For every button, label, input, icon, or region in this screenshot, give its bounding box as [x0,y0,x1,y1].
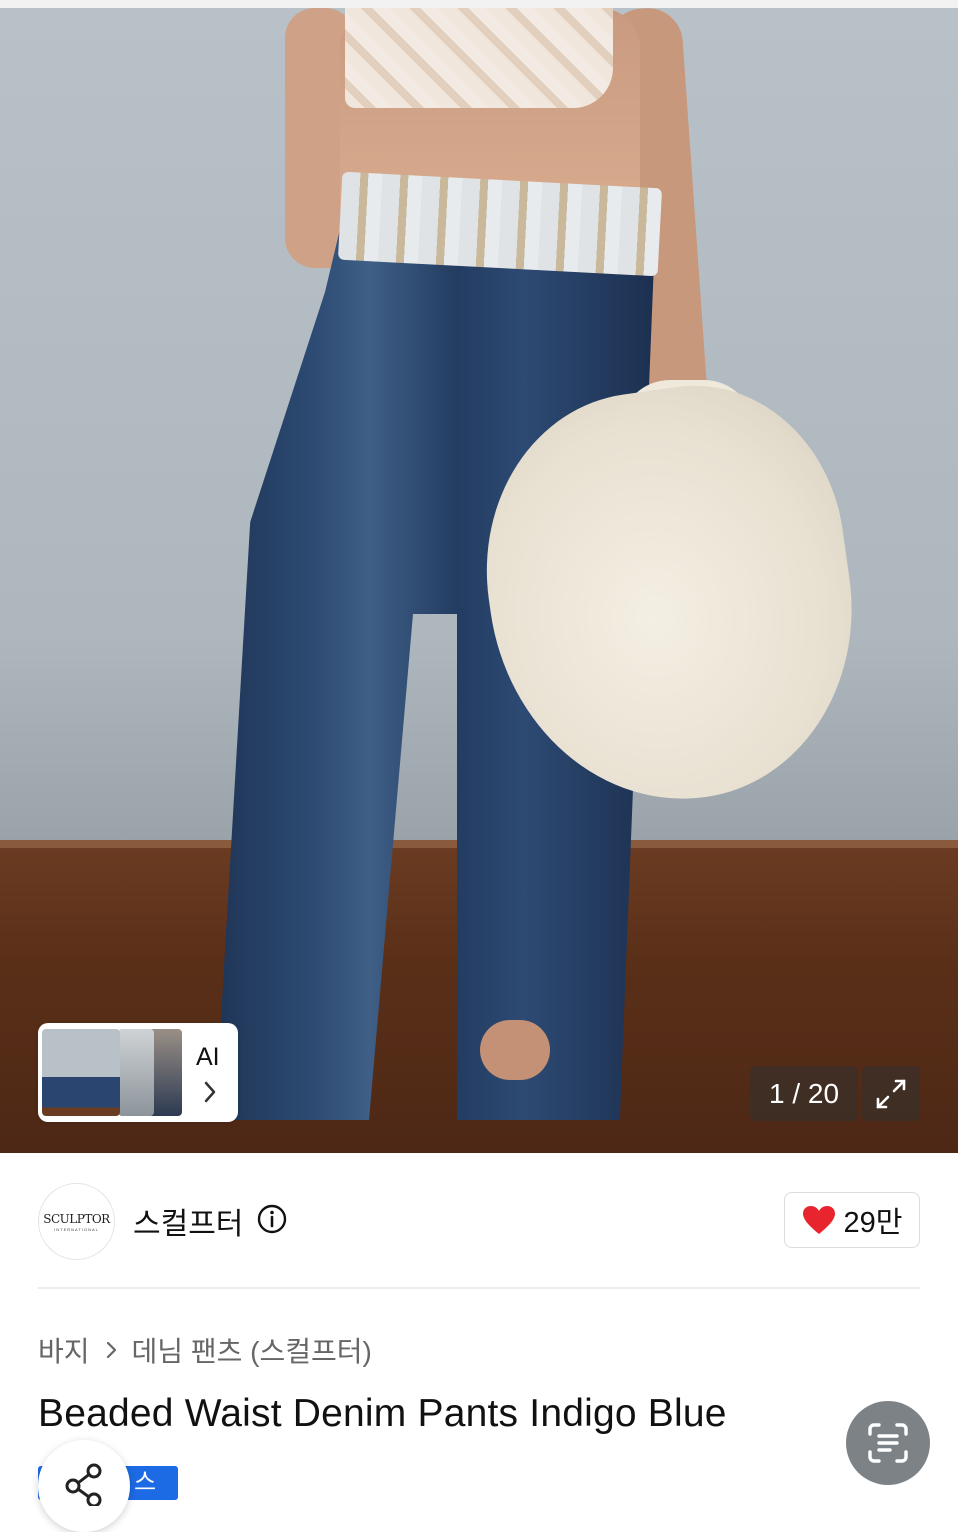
share-button[interactable] [38,1440,130,1532]
scan-icon [868,1423,908,1463]
heart-icon [802,1206,835,1234]
breadcrumb: 바지 데님 팬츠 (스컬프터) [38,1330,372,1370]
chevron-right-icon [106,1341,116,1359]
ai-similar-card[interactable]: AI [38,1023,238,1122]
scan-button[interactable] [846,1401,930,1485]
brand-logo[interactable]: SCULPTOR INTERNATIONAL [38,1183,115,1260]
status-strip [0,0,958,8]
product-image[interactable] [0,0,958,1153]
product-title: Beaded Waist Denim Pants Indigo Blue [38,1392,727,1435]
divider [38,1287,920,1289]
image-counter: 1 / 20 [750,1066,858,1121]
photo-beaded-waistband [337,171,663,277]
photo-foot [480,1020,550,1080]
share-icon [65,1463,102,1506]
brand-logo-subtext: INTERNATIONAL [54,1226,99,1232]
photo-crop-top [345,8,613,108]
like-count: 29만 [843,1207,903,1239]
chevron-right-icon [204,1081,216,1103]
expand-button[interactable] [862,1066,920,1121]
expand-icon [876,1079,906,1108]
ai-label: AI [196,1043,220,1071]
ai-thumbnail [118,1029,154,1116]
brand-name[interactable]: 스컬프터 [133,1199,243,1243]
ai-thumbnail [42,1029,120,1116]
brand-logo-text: SCULPTOR [43,1211,110,1226]
like-button[interactable]: 29만 [784,1192,920,1248]
breadcrumb-item[interactable]: 데님 팬츠 (스컬프터) [132,1330,372,1370]
breadcrumb-item[interactable]: 바지 [38,1330,90,1370]
info-icon[interactable] [256,1203,288,1235]
